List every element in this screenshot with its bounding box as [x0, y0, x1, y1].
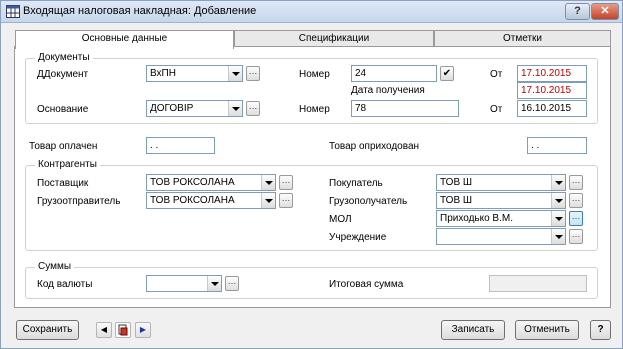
tab-main-data[interactable]: Основные данные [15, 30, 234, 49]
buyer-label: Покупатель [329, 178, 383, 189]
receipt-date-label: Дата получения [351, 85, 425, 96]
institution-label: Учреждение [329, 232, 387, 243]
title-help-button[interactable]: ? [565, 3, 590, 20]
write-button[interactable]: Записать [441, 320, 505, 340]
mol-ellipsis-button[interactable]: … [569, 211, 583, 226]
tab-marks[interactable]: Отметки [434, 30, 611, 47]
supplier-value: ТОВ РОКСОЛАНА [150, 177, 235, 188]
basis-value: ДОГОВІР [150, 103, 194, 114]
ellipsis-icon: … [227, 276, 237, 286]
shipper-label: Грузоотправитель [37, 196, 121, 207]
document-red-icon[interactable] [115, 322, 131, 338]
total-label: Итоговая сумма [329, 279, 404, 290]
footer-help-button[interactable]: ? [590, 320, 611, 340]
ellipsis-icon: … [571, 229, 581, 239]
mol-select[interactable]: Приходько В.М. [436, 210, 566, 227]
document-label: ДДокумент [37, 69, 89, 80]
currency-ellipsis-button[interactable]: … [225, 276, 239, 291]
document-ellipsis-button[interactable]: … [246, 66, 260, 81]
currency-label: Код валюты [37, 279, 93, 290]
document-select[interactable]: ВхПН [146, 65, 243, 82]
dialog-window: Входящая налоговая накладная: Добавление… [0, 0, 623, 349]
shipper-ellipsis-button[interactable]: … [279, 193, 293, 208]
total-sum-field [489, 275, 587, 292]
received-label: Товар оприходован [329, 141, 420, 152]
basis-from-label: От [490, 104, 503, 115]
paid-date-input[interactable]: . . [146, 137, 215, 154]
arrow-left-icon[interactable]: ◀ [96, 322, 112, 338]
consignee-select[interactable]: ТОВ Ш [436, 192, 566, 209]
basis-ellipsis-button[interactable]: … [246, 101, 260, 116]
chevron-down-icon[interactable] [228, 66, 242, 81]
buyer-value: ТОВ Ш [440, 177, 473, 188]
receipt-date-input[interactable]: 17.10.2015 [517, 82, 587, 99]
app-table-icon [6, 5, 20, 18]
ellipsis-icon: … [571, 193, 581, 203]
ellipsis-icon: … [571, 175, 581, 185]
documents-group-title: Документы [35, 52, 93, 63]
buyer-ellipsis-button[interactable]: … [569, 175, 583, 190]
consignee-label: Грузополучатель [329, 196, 408, 207]
institution-select[interactable] [436, 228, 566, 245]
received-date-input[interactable]: . . [527, 137, 587, 154]
from-date-input[interactable]: 17.10.2015 [517, 65, 587, 82]
chevron-down-icon[interactable] [261, 193, 275, 208]
supplier-label: Поставщик [37, 178, 89, 189]
chevron-down-icon[interactable] [551, 229, 565, 244]
supplier-ellipsis-button[interactable]: … [279, 175, 293, 190]
document-label-text: Документ [43, 69, 89, 80]
chevron-down-icon[interactable] [261, 175, 275, 190]
paid-label: Товар оплачен [29, 141, 98, 152]
document-value: ВхПН [150, 68, 176, 79]
shipper-value: ТОВ РОКСОЛАНА [150, 195, 235, 206]
ellipsis-icon: … [281, 193, 291, 203]
basis-select[interactable]: ДОГОВІР [146, 100, 243, 117]
shipper-select[interactable]: ТОВ РОКСОЛАНА [146, 192, 276, 209]
from-label: От [490, 69, 503, 80]
checkmark-icon: ✔ [442, 68, 452, 79]
sums-group-title: Суммы [35, 261, 75, 272]
consignee-ellipsis-button[interactable]: … [569, 193, 583, 208]
ellipsis-icon: … [571, 211, 581, 221]
tab-specifications[interactable]: Спецификации [234, 30, 434, 47]
mol-label: МОЛ [329, 214, 352, 225]
consignee-value: ТОВ Ш [440, 195, 473, 206]
close-button[interactable]: ✕ [591, 3, 619, 20]
currency-select[interactable] [146, 275, 222, 292]
number-check-button[interactable]: ✔ [440, 66, 454, 81]
chevron-down-icon[interactable] [551, 193, 565, 208]
ellipsis-icon: … [248, 66, 258, 76]
mol-value: Приходько В.М. [440, 213, 513, 224]
cancel-button[interactable]: Отменить [515, 320, 579, 340]
basis-number-label: Номер [299, 104, 330, 115]
chevron-down-icon[interactable] [551, 211, 565, 226]
chevron-down-icon[interactable] [207, 276, 221, 291]
basis-from-date-input[interactable]: 16.10.2015 [517, 100, 587, 117]
arrow-right-icon[interactable]: ▶ [135, 322, 151, 338]
number-label: Номер [299, 69, 330, 80]
title-bar[interactable]: Входящая налоговая накладная: Добавление… [1, 1, 622, 23]
buyer-select[interactable]: ТОВ Ш [436, 174, 566, 191]
window-title: Входящая налоговая накладная: Добавление [23, 5, 257, 17]
ellipsis-icon: … [248, 101, 258, 111]
number-input[interactable]: 24 [351, 65, 437, 82]
supplier-select[interactable]: ТОВ РОКСОЛАНА [146, 174, 276, 191]
save-button[interactable]: Сохранить [16, 320, 79, 340]
basis-number-input[interactable]: 78 [351, 100, 459, 117]
chevron-down-icon[interactable] [228, 101, 242, 116]
ellipsis-icon: … [281, 175, 291, 185]
institution-ellipsis-button[interactable]: … [569, 229, 583, 244]
basis-label: Основание [37, 104, 89, 115]
chevron-down-icon[interactable] [551, 175, 565, 190]
contractors-group-title: Контрагенты [35, 159, 100, 170]
